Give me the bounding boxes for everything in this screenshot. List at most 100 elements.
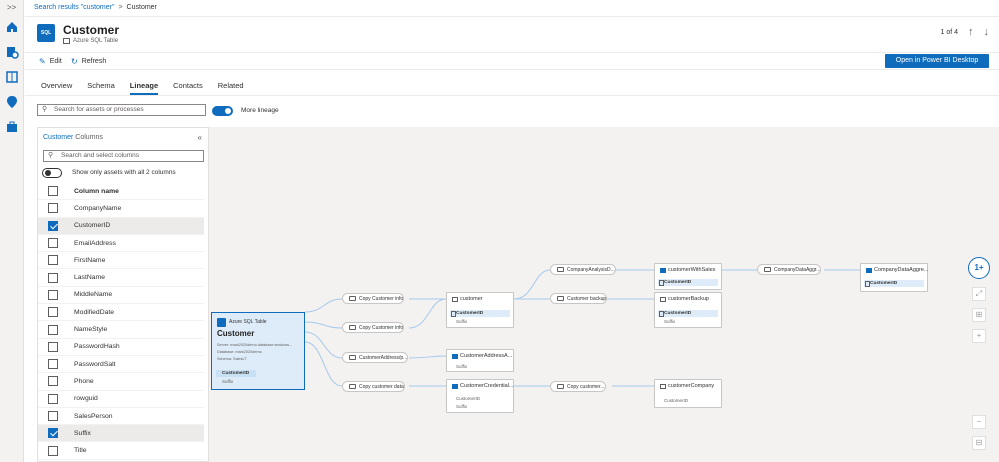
column-name: ModifiedDate [74,308,115,316]
column-row[interactable]: FirstName [38,252,204,270]
lineage-node-customer-address[interactable]: CustomerAddressA... Suffix [446,349,514,372]
node-column-customerid[interactable]: CustomerID [658,279,718,286]
lineage-node-company-data-aggregate[interactable]: CompanyDataAggre... CustomerID [860,263,928,292]
column-checkbox[interactable] [48,238,58,249]
column-row[interactable]: MiddleName [38,287,204,305]
zoom-in-icon[interactable]: + [972,329,986,343]
lineage-node-customer-credential[interactable]: CustomerCredential... CustomerID Suffix [446,379,514,413]
node-column-customerid[interactable]: CustomerID [216,370,256,377]
zoom-level-button[interactable]: 1+ [968,257,990,279]
column-row[interactable]: SalesPerson [38,408,204,426]
expand-nav-button[interactable]: >> [7,3,16,12]
minimap-icon[interactable]: ⊟ [972,436,986,450]
lineage-node-customer-blob[interactable]: customer CustomerID Suffix [446,292,514,328]
edit-button[interactable]: ✎ Edit [39,57,62,66]
column-row[interactable]: CustomerID [38,217,204,235]
lineage-canvas[interactable]: Azure SQL Table Customer Server: mark202… [209,127,999,462]
glossary-icon[interactable] [5,70,19,84]
open-power-bi-button[interactable]: Open in Power BI Desktop [885,54,989,68]
node-column-customerid[interactable]: CustomerID [658,310,718,317]
process-copy-customer[interactable]: Copy customer... [550,381,606,392]
column-checkbox[interactable] [48,359,58,370]
process-copy-customer-info-2[interactable]: Copy Customer info [342,322,405,333]
column-checkbox[interactable] [48,307,58,318]
node-header: CustomerAddressA... [452,353,512,359]
management-icon[interactable] [5,120,19,134]
column-row[interactable]: LastName [38,269,204,287]
lineage-node-customer-company[interactable]: customerCompany CustomerID [654,379,722,408]
node-column-suffix[interactable]: Suffix [456,364,467,369]
tab-lineage[interactable]: Lineage [129,81,159,95]
column-checkbox[interactable] [48,255,58,266]
column-row[interactable]: Title [38,442,204,460]
node-column-customerid[interactable]: CustomerID [450,310,510,317]
column-name: NameStyle [74,326,108,334]
column-checkbox[interactable] [48,324,58,335]
tab-related[interactable]: Related [218,81,244,95]
node-column-customerid[interactable]: CustomerID [664,398,688,403]
insights-icon[interactable] [5,95,19,109]
node-title: customerCompany [668,383,715,389]
column-checkbox[interactable] [48,220,58,231]
select-all-checkbox[interactable] [48,186,58,197]
fit-to-screen-icon[interactable]: ⤢ [972,287,986,301]
zoom-out-icon[interactable]: − [972,415,986,429]
center-view-icon[interactable]: ⊞ [972,308,986,322]
show-all-columns-toggle[interactable] [42,168,62,178]
column-row[interactable]: PasswordHash [38,339,204,356]
column-row[interactable]: rowguid [38,391,204,408]
column-checkbox[interactable] [48,393,58,404]
lineage-search-input[interactable]: ⚲ Search for assets or processes [37,104,206,116]
column-row[interactable]: EmailAddress [38,235,204,253]
column-checkbox[interactable] [48,445,58,456]
next-result-button[interactable]: ↓ [984,26,990,38]
lineage-node-customer-with-sales[interactable]: customerWithSales CustomerID [654,263,722,290]
node-column-suffix[interactable]: Suffix [222,379,233,384]
node-column-suffix[interactable]: Suffix [456,404,467,409]
node-column-suffix[interactable]: Suffix [664,319,675,324]
refresh-button[interactable]: ↻ Refresh [71,57,106,66]
tab-schema[interactable]: Schema [87,81,115,95]
lineage-node-customer[interactable]: Azure SQL Table Customer Server: mark202… [211,312,305,390]
node-column-customerid[interactable]: CustomerID [456,396,480,401]
lineage-search-placeholder: Search for assets or processes [54,106,144,113]
tab-overview[interactable]: Overview [41,81,72,95]
column-row[interactable]: Phone [38,373,204,391]
previous-result-button[interactable]: ↑ [968,26,974,38]
column-checkbox[interactable] [48,428,58,439]
column-checkbox[interactable] [48,341,58,352]
breadcrumb-search-link[interactable]: Search results "customer" [34,4,114,11]
process-customer-backup[interactable]: Customer backup [550,293,608,304]
node-column-suffix[interactable]: Suffix [456,319,467,324]
process-company-data-aggr[interactable]: CompanyDataAggr... [757,264,822,275]
tab-contacts[interactable]: Contacts [173,81,203,95]
column-row[interactable]: ModifiedDate [38,304,204,322]
node-title: customerWithSales [668,267,716,273]
column-row[interactable]: CompanyName [38,200,204,218]
node-title: customerBackup [668,296,709,302]
process-company-analysis[interactable]: CompanyAnalysisD... [550,264,616,275]
column-row[interactable]: NameStyle [38,321,204,339]
column-name: FirstName [74,256,106,264]
column-checkbox[interactable] [48,411,58,421]
process-copy-customer-data[interactable]: Copy customer data [342,381,405,392]
lineage-node-customer-backup[interactable]: customerBackup CustomerID Suffix [654,292,722,328]
column-checkbox[interactable] [48,272,58,283]
column-row[interactable]: Suffix [38,425,204,443]
column-checkbox[interactable] [48,376,58,387]
process-customer-address[interactable]: CustomerAddress/p... [342,352,409,363]
column-checkbox[interactable] [48,203,58,214]
column-search-input[interactable]: ⚲ Search and select columns [43,150,204,162]
breadcrumb: Search results "customer" > Customer [34,0,157,16]
process-icon [557,296,564,301]
home-icon[interactable] [5,20,19,34]
more-lineage-toggle[interactable] [212,106,233,116]
node-column-customerid[interactable]: CustomerID [864,280,924,287]
column-row[interactable]: PasswordSalt [38,356,204,374]
column-checkbox[interactable] [48,289,58,300]
collapse-panel-button[interactable]: « [198,133,202,142]
catalog-icon[interactable] [5,45,19,59]
process-copy-customer-info-1[interactable]: Copy Customer info [342,293,405,304]
asset-type-label: Azure SQL Table [73,38,119,44]
refresh-label: Refresh [81,58,107,65]
